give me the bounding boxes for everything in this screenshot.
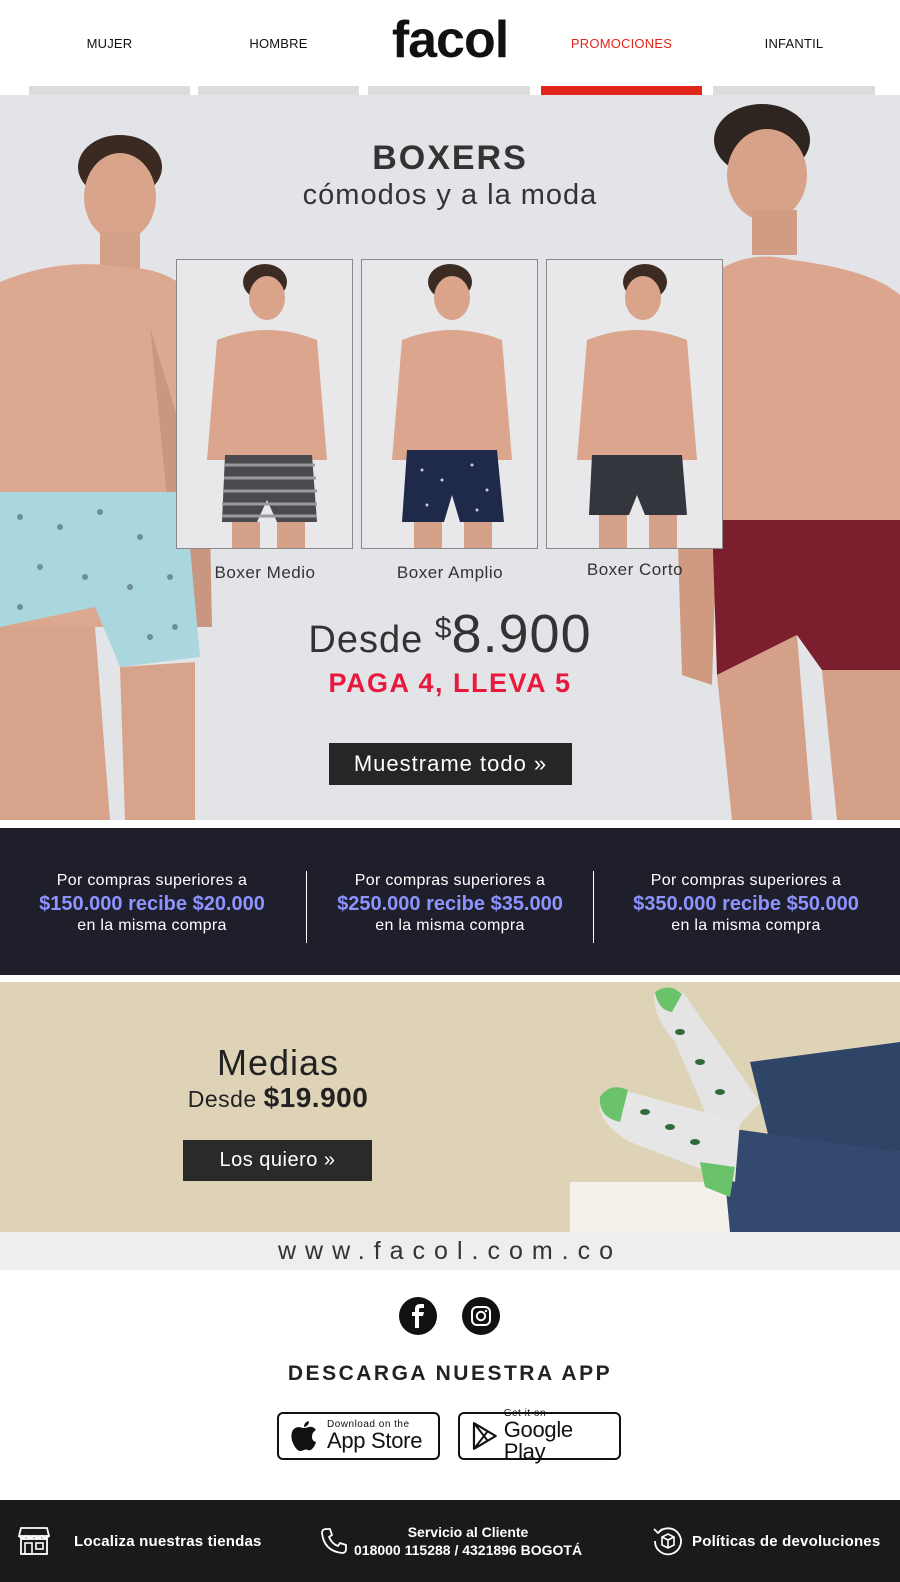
offer-line3: en la misma compra — [77, 917, 227, 934]
boxer-amplio-image — [392, 264, 512, 548]
customer-service-phones: 018000 115288 / 4321896 BOGOTÁ — [354, 1542, 583, 1558]
store-icon — [18, 1527, 50, 1555]
nav-underline-active — [541, 86, 702, 95]
apple-icon — [291, 1421, 316, 1451]
facebook-icon[interactable] — [399, 1297, 437, 1335]
offer-line1: Por compras superiores a — [56, 872, 248, 889]
nav-label: MUJER — [86, 35, 133, 51]
phone-icon — [321, 1528, 347, 1554]
boxers-hero-banner[interactable]: BOXERS cómodos y a la moda Boxer Medio B… — [0, 95, 900, 820]
facol-logo[interactable]: facol — [392, 11, 509, 69]
google-play-text: Get it on Google Play — [504, 1409, 619, 1463]
boxer-medio-image — [207, 264, 327, 548]
app-store-button[interactable]: Download on the App Store — [277, 1412, 440, 1460]
boxer-corto-image — [577, 264, 697, 548]
instagram-icon[interactable] — [462, 1297, 500, 1335]
socks-price-prefix: Desde — [187, 1086, 264, 1112]
socks-price-value: $19.900 — [263, 1082, 369, 1113]
offers-band: Por compras superiores a $150.000 recibe… — [0, 828, 900, 975]
price-value: 8.900 — [451, 604, 592, 664]
google-play-button[interactable]: Get it on Google Play — [458, 1409, 621, 1463]
price-symbol: $ — [434, 612, 452, 645]
nav-label: INFANTIL — [764, 35, 824, 51]
socks-title: Medias — [216, 1042, 340, 1083]
app-store-big: App Store — [327, 1428, 423, 1453]
offer-item: Por compras superiores a $150.000 recibe… — [4, 872, 300, 935]
play-store-icon — [472, 1422, 497, 1450]
returns-policy-link[interactable]: Políticas de devoluciones — [652, 1500, 880, 1582]
offer-item: Por compras superiores a $350.000 recibe… — [598, 872, 894, 935]
customer-service-text: Servicio al Cliente 018000 115288 / 4321… — [354, 1523, 582, 1559]
returns-policy-label: Políticas de devoluciones — [692, 1532, 881, 1550]
offer-item: Por compras superiores a $250.000 recibe… — [302, 872, 598, 935]
want-them-button[interactable]: Los quiero » — [183, 1140, 372, 1181]
offer-line1: Por compras superiores a — [354, 872, 546, 889]
socks-banner[interactable]: Medias Desde $19.900 Los quiero » — [0, 982, 900, 1232]
hero-title: BOXERS — [372, 139, 528, 177]
site-url-link[interactable]: www.facol.com.co — [0, 1232, 900, 1270]
customer-service-title: Servicio al Cliente — [407, 1524, 529, 1540]
nav-item-promociones[interactable]: PROMOCIONES — [541, 0, 702, 95]
top-navigation: MUJER HOMBRE facol PROMOCIONES INFANTIL — [0, 0, 900, 95]
customer-service-link[interactable]: Servicio al Cliente 018000 115288 / 4321… — [320, 1500, 582, 1582]
show-all-button[interactable]: Muestrame todo » — [329, 743, 572, 785]
offer-divider — [593, 871, 594, 943]
app-store-text: Download on the App Store — [327, 1420, 422, 1452]
footer-bar: Localiza nuestras tiendas Servicio al Cl… — [0, 1500, 900, 1582]
product-card-boxer-medio[interactable] — [176, 259, 353, 549]
nav-item-mujer[interactable]: MUJER — [29, 0, 190, 95]
price-prefix: Desde — [308, 619, 435, 661]
store-locator-link[interactable]: Localiza nuestras tiendas — [18, 1500, 262, 1582]
socks-image — [570, 987, 900, 1232]
nav-underline — [198, 86, 359, 95]
offer-amount: $250.000 recibe $35.000 — [337, 893, 563, 915]
offer-line1: Por compras superiores a — [650, 872, 842, 889]
nav-label: PROMOCIONES — [570, 35, 673, 51]
product-card-boxer-corto[interactable] — [546, 259, 723, 549]
offer-amount: $150.000 recibe $20.000 — [39, 893, 265, 915]
nav-underline — [29, 86, 190, 95]
logo-underline — [368, 86, 530, 95]
nav-item-hombre[interactable]: HOMBRE — [198, 0, 359, 95]
offer-line3: en la misma compra — [375, 917, 525, 934]
hero-subtitle: cómodos y a la moda — [302, 179, 598, 211]
product-card-boxer-amplio[interactable] — [361, 259, 538, 549]
store-locator-label: Localiza nuestras tiendas — [74, 1532, 262, 1550]
hero-price: Desde $8.900 — [0, 603, 900, 665]
offer-line3: en la misma compra — [671, 917, 821, 934]
nav-item-infantil[interactable]: INFANTIL — [713, 0, 875, 95]
product-label: Boxer Amplio — [396, 563, 504, 582]
download-app-title: DESCARGA NUESTRA APP — [287, 1362, 613, 1385]
promo-text: PAGA 4, LLEVA 5 — [328, 668, 572, 698]
socks-price: Desde $19.900 — [118, 1082, 438, 1114]
nav-label: HOMBRE — [249, 35, 308, 51]
product-label: Boxer Medio — [214, 563, 316, 582]
nav-underline — [713, 86, 875, 95]
returns-icon — [653, 1527, 682, 1556]
google-play-big: Google Play — [503, 1417, 573, 1464]
product-label: Boxer Corto — [586, 560, 684, 579]
offer-amount: $350.000 recibe $50.000 — [633, 893, 859, 915]
